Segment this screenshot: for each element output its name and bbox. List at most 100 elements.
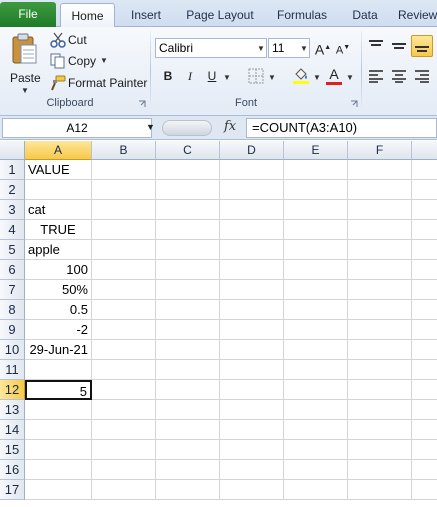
cell-b3[interactable]: [92, 200, 156, 220]
cell-a12[interactable]: 5: [25, 380, 92, 400]
cell-g6[interactable]: [412, 260, 437, 280]
cell-d15[interactable]: [220, 440, 284, 460]
italic-button[interactable]: I: [181, 67, 199, 85]
cell-e17[interactable]: [284, 480, 348, 500]
cell-g5[interactable]: [412, 240, 437, 260]
cell-g15[interactable]: [412, 440, 437, 460]
cell-d14[interactable]: [220, 420, 284, 440]
cell-a15[interactable]: [25, 440, 92, 460]
chevron-down-icon[interactable]: ▼: [223, 73, 231, 82]
cell-c10[interactable]: [156, 340, 220, 360]
cell-d12[interactable]: [220, 380, 284, 400]
cell-b9[interactable]: [92, 320, 156, 340]
cell-f7[interactable]: [348, 280, 412, 300]
cell-e8[interactable]: [284, 300, 348, 320]
row-header-12[interactable]: 12: [0, 380, 25, 400]
align-top-icon[interactable]: [368, 39, 384, 53]
cell-c14[interactable]: [156, 420, 220, 440]
cell-f3[interactable]: [348, 200, 412, 220]
underline-button[interactable]: U: [203, 67, 221, 85]
cell-g1[interactable]: [412, 160, 437, 180]
font-color-button[interactable]: A: [325, 65, 343, 83]
cell-a17[interactable]: [25, 480, 92, 500]
row-header-1[interactable]: 1: [0, 160, 25, 180]
cell-d8[interactable]: [220, 300, 284, 320]
select-all-corner[interactable]: [0, 141, 25, 160]
tab-insert[interactable]: Insert: [122, 4, 170, 27]
column-header-g[interactable]: [412, 141, 437, 160]
tab-review[interactable]: Review: [398, 4, 437, 27]
formula-input[interactable]: =COUNT(A3:A10): [246, 118, 437, 138]
cell-d6[interactable]: [220, 260, 284, 280]
cell-b14[interactable]: [92, 420, 156, 440]
column-header-a[interactable]: A: [25, 141, 92, 160]
cell-c5[interactable]: [156, 240, 220, 260]
cell-c15[interactable]: [156, 440, 220, 460]
cell-d7[interactable]: [220, 280, 284, 300]
cell-f8[interactable]: [348, 300, 412, 320]
align-left-icon[interactable]: [368, 69, 384, 83]
row-header-2[interactable]: 2: [0, 180, 25, 200]
cell-e9[interactable]: [284, 320, 348, 340]
cell-a10[interactable]: 29-Jun-21: [25, 340, 92, 360]
cell-b1[interactable]: [92, 160, 156, 180]
cell-c2[interactable]: [156, 180, 220, 200]
row-header-15[interactable]: 15: [0, 440, 25, 460]
row-header-10[interactable]: 10: [0, 340, 25, 360]
align-right-icon[interactable]: [414, 69, 430, 83]
paste-button[interactable]: Paste ▼: [6, 31, 42, 95]
cell-e13[interactable]: [284, 400, 348, 420]
font-name-select[interactable]: Calibri: [155, 38, 267, 58]
cell-a16[interactable]: [25, 460, 92, 480]
row-header-3[interactable]: 3: [0, 200, 25, 220]
cell-e10[interactable]: [284, 340, 348, 360]
cell-g8[interactable]: [412, 300, 437, 320]
chevron-down-icon[interactable]: ▼: [346, 73, 354, 82]
cell-b15[interactable]: [92, 440, 156, 460]
tab-data[interactable]: Data: [344, 4, 386, 27]
fill-color-icon[interactable]: [292, 66, 310, 84]
row-header-16[interactable]: 16: [0, 460, 25, 480]
cell-g11[interactable]: [412, 360, 437, 380]
cell-e12[interactable]: [284, 380, 348, 400]
grow-font-button[interactable]: A▲: [314, 39, 332, 58]
chevron-down-icon[interactable]: ▼: [257, 44, 265, 53]
cell-c16[interactable]: [156, 460, 220, 480]
row-header-6[interactable]: 6: [0, 260, 25, 280]
dialog-launcher-icon[interactable]: [138, 100, 146, 108]
cell-b4[interactable]: [92, 220, 156, 240]
cell-f13[interactable]: [348, 400, 412, 420]
cut-button[interactable]: Cut: [50, 31, 100, 49]
cell-d13[interactable]: [220, 400, 284, 420]
row-header-11[interactable]: 11: [0, 360, 25, 380]
cell-b12[interactable]: [92, 380, 156, 400]
cell-a9[interactable]: -2: [25, 320, 92, 340]
cell-d9[interactable]: [220, 320, 284, 340]
cell-f5[interactable]: [348, 240, 412, 260]
format-painter-button[interactable]: Format Painter: [50, 74, 147, 92]
cell-c13[interactable]: [156, 400, 220, 420]
cell-f12[interactable]: [348, 380, 412, 400]
cell-b13[interactable]: [92, 400, 156, 420]
cell-c6[interactable]: [156, 260, 220, 280]
cell-b17[interactable]: [92, 480, 156, 500]
cell-a7[interactable]: 50%: [25, 280, 92, 300]
row-header-8[interactable]: 8: [0, 300, 25, 320]
cell-b8[interactable]: [92, 300, 156, 320]
cell-e6[interactable]: [284, 260, 348, 280]
tab-formulas[interactable]: Formulas: [270, 4, 334, 27]
cell-f16[interactable]: [348, 460, 412, 480]
cell-g13[interactable]: [412, 400, 437, 420]
cell-a8[interactable]: 0.5: [25, 300, 92, 320]
cell-e1[interactable]: [284, 160, 348, 180]
cell-d1[interactable]: [220, 160, 284, 180]
cell-d4[interactable]: [220, 220, 284, 240]
cell-g14[interactable]: [412, 420, 437, 440]
cell-f14[interactable]: [348, 420, 412, 440]
chevron-down-icon[interactable]: ▼: [268, 73, 276, 82]
cell-g9[interactable]: [412, 320, 437, 340]
cell-b6[interactable]: [92, 260, 156, 280]
tab-page-layout[interactable]: Page Layout: [180, 4, 260, 27]
cell-a11[interactable]: [25, 360, 92, 380]
cell-c3[interactable]: [156, 200, 220, 220]
